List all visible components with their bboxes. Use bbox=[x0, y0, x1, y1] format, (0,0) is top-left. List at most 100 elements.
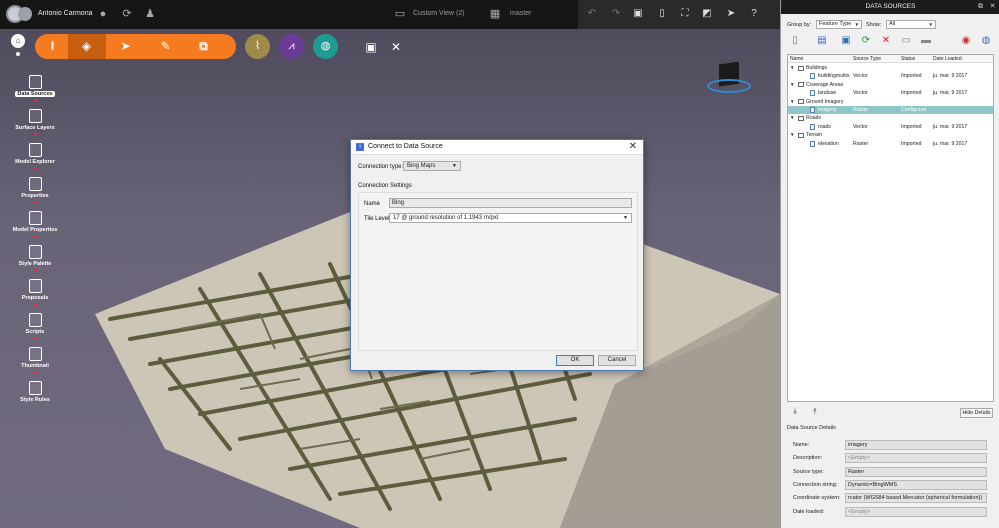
image-icon[interactable]: ◩ bbox=[699, 6, 715, 22]
tree-group-row[interactable]: ▼ Roads bbox=[788, 114, 993, 122]
screenshot-icon[interactable]: ▣ bbox=[630, 6, 646, 22]
detail-value-field[interactable]: <Empty> bbox=[845, 453, 987, 464]
sidebar-item-thumbnail[interactable]: Thumbnail bbox=[0, 347, 70, 374]
ok-button[interactable]: OK bbox=[556, 355, 594, 366]
properties-icon[interactable]: ▬ bbox=[919, 34, 933, 48]
source-type: Vector bbox=[853, 90, 868, 97]
avatar-secondary bbox=[18, 7, 32, 21]
sidebar-item-style-rules[interactable]: Style Rules bbox=[0, 381, 70, 403]
group-by-select[interactable]: Feature Type ▼ bbox=[816, 20, 862, 29]
branch-icon[interactable]: ▦ bbox=[488, 7, 502, 21]
user-icon[interactable]: ♟ bbox=[143, 7, 157, 21]
source-file-icon bbox=[810, 90, 815, 97]
tree-item-row[interactable]: roads Vector Imported ju. mar. 9 2017 bbox=[788, 123, 993, 131]
sidebar-item-label: Model Properties bbox=[12, 227, 58, 233]
tree-item-row[interactable]: landuse Vector Imported ju. mar. 9 2017 bbox=[788, 89, 993, 97]
expand-toggle-icon[interactable]: ▼ bbox=[790, 115, 794, 120]
tree-item-row[interactable]: imagery Raster Configured bbox=[788, 106, 993, 115]
column-header-source-type[interactable]: Source Type bbox=[853, 56, 881, 62]
presentation-icon[interactable]: ▣ bbox=[362, 38, 380, 56]
sidebar-item-model-properties[interactable]: Model Properties bbox=[0, 211, 70, 238]
close-icon[interactable]: ✕ bbox=[629, 141, 637, 152]
user-name[interactable]: Antonio Carmona bbox=[38, 10, 92, 17]
column-header-name[interactable]: Name bbox=[790, 56, 803, 62]
water-icon[interactable]: ◍ bbox=[313, 34, 338, 59]
world-icon[interactable]: ◍ bbox=[979, 34, 993, 48]
expand-toggle-icon[interactable]: ▼ bbox=[790, 132, 794, 137]
bookmark-icon[interactable]: ▯ bbox=[654, 6, 670, 22]
indicator-dot bbox=[33, 133, 37, 136]
sidebar-item-label: Data Sources bbox=[15, 91, 55, 97]
cube-icon[interactable]: ◈ bbox=[75, 35, 98, 58]
terrain-tool-icon[interactable]: ⩘ bbox=[279, 34, 304, 59]
status-circle-icon[interactable]: ● bbox=[96, 7, 110, 21]
tree-group-row[interactable]: ▼ Ground Imagery bbox=[788, 98, 993, 106]
help-icon[interactable]: ? bbox=[746, 6, 762, 22]
detail-value-field[interactable]: rcator (WGS84 based Mercator (spherical … bbox=[845, 493, 987, 504]
monitor-icon[interactable]: ▭ bbox=[393, 7, 407, 21]
detail-value-field[interactable]: imagery bbox=[845, 440, 987, 450]
view-name[interactable]: Custom View (2) bbox=[413, 10, 465, 17]
expand-toggle-icon[interactable]: ▼ bbox=[790, 99, 794, 104]
sidebar-item-proposals[interactable]: Proposals bbox=[0, 279, 70, 306]
source-type: Raster bbox=[853, 107, 869, 113]
home-icon[interactable]: ⌂ bbox=[11, 34, 25, 48]
tree-group-row[interactable]: ▼ Terrain bbox=[788, 131, 993, 139]
model-explorer-icon bbox=[28, 143, 42, 157]
info-icon: i bbox=[356, 143, 364, 151]
export-icon[interactable]: ▭ bbox=[899, 34, 913, 48]
add-source-icon[interactable]: ▣ bbox=[839, 34, 853, 48]
undo-icon[interactable]: ↶ bbox=[584, 6, 600, 22]
sidebar-item-scripts[interactable]: Scripts bbox=[0, 313, 70, 340]
name-field[interactable]: Bing bbox=[389, 198, 632, 208]
expand-toggle-icon[interactable]: ▼ bbox=[790, 65, 794, 70]
expand-all-icon[interactable]: ⯯ bbox=[789, 405, 801, 417]
settings-dot-icon[interactable] bbox=[16, 52, 20, 56]
sidebar-item-data-sources[interactable]: Data Sources bbox=[0, 75, 70, 102]
collapse-all-icon[interactable]: ⯭ bbox=[809, 405, 821, 417]
sync-icon[interactable]: ⟳ bbox=[120, 7, 134, 21]
tools-icon[interactable]: ✕ bbox=[387, 38, 405, 56]
cancel-button[interactable]: Cancel bbox=[598, 355, 636, 366]
column-header-status[interactable]: Status bbox=[901, 56, 915, 62]
connection-type-select[interactable]: Bing Maps ▼ bbox=[403, 161, 461, 171]
redo-icon[interactable]: ↷ bbox=[608, 6, 624, 22]
dialog-titlebar[interactable]: i Connect to Data Source ✕ bbox=[351, 140, 643, 155]
tree-group-row[interactable]: ▼ Buildings bbox=[788, 64, 993, 72]
sidebar-item-style-palette[interactable]: Style Palette bbox=[0, 245, 70, 272]
column-header-date-loaded[interactable]: Date Loaded bbox=[933, 56, 962, 62]
fullscreen-icon[interactable]: ⛶ bbox=[677, 6, 693, 22]
data-source-tree[interactable]: Name Source Type Status Date Loaded ▼ Bui… bbox=[787, 54, 994, 402]
road-icon[interactable]: ⌇ bbox=[245, 34, 270, 59]
sidebar-item-model-explorer[interactable]: Model Explorer bbox=[0, 143, 70, 170]
source-file-icon bbox=[810, 107, 815, 113]
branch-name[interactable]: master bbox=[510, 10, 531, 17]
globe-icon[interactable]: ◉ bbox=[959, 34, 973, 48]
cursor-icon[interactable]: ➤ bbox=[723, 6, 739, 22]
source-type: Vector bbox=[853, 73, 868, 80]
delete-icon[interactable]: ✕ bbox=[879, 34, 893, 48]
close-icon[interactable]: ✕ bbox=[988, 2, 997, 11]
tree-item-row[interactable]: buildingmultis Vector Imported ju. mar. 9 2… bbox=[788, 72, 993, 80]
show-select[interactable]: All ▼ bbox=[886, 20, 936, 29]
refresh-icon[interactable]: ⟳ bbox=[859, 34, 873, 48]
detail-value-field[interactable]: <Empty> bbox=[845, 506, 987, 517]
detail-value-field[interactable]: Dynamic=BingWMS bbox=[845, 479, 987, 490]
sidebar-item-surface-layers[interactable]: Surface Layers bbox=[0, 109, 70, 136]
expand-toggle-icon[interactable]: ▼ bbox=[790, 82, 794, 87]
navigation-cube[interactable] bbox=[707, 59, 751, 95]
overlap-icon[interactable]: ⧉ bbox=[192, 35, 215, 58]
select-arrow-icon[interactable]: ➤ bbox=[114, 35, 137, 58]
tree-group-row[interactable]: ▼ Coverage Areas bbox=[788, 81, 993, 89]
pen-icon[interactable]: ✎ bbox=[154, 35, 177, 58]
sidebar-item-properties[interactable]: Properties bbox=[0, 177, 70, 204]
hide-details-button[interactable]: Hide Details bbox=[960, 408, 993, 418]
tile-level-select[interactable]: 17 @ ground resolution of 1.1943 m/pxl ▼ bbox=[389, 213, 632, 223]
sidebar-item-label: Style Rules bbox=[20, 397, 50, 403]
panel-title: DATA SOURCES bbox=[865, 3, 916, 10]
import-icon[interactable]: ▤ bbox=[815, 34, 829, 48]
new-source-icon[interactable]: ▯ bbox=[788, 34, 802, 48]
tree-item-row[interactable]: elevation Raster Imported ju. mar. 9 2017 bbox=[788, 140, 993, 148]
undock-icon[interactable]: ⧉ bbox=[976, 2, 985, 11]
detail-value-field[interactable]: Raster bbox=[845, 466, 987, 477]
